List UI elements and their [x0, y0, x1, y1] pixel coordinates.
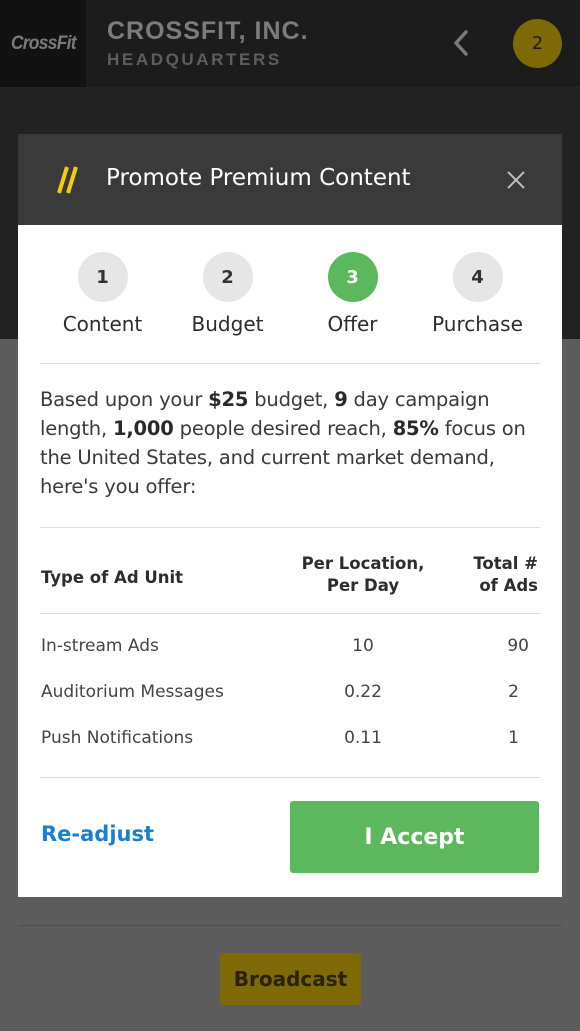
reach-value: 1,000 [112, 417, 174, 440]
chevron-left-icon[interactable] [446, 26, 478, 60]
summary-text: Based upon your [40, 388, 209, 411]
divider [40, 613, 540, 614]
ad-type-cell: In-stream Ads [41, 636, 159, 656]
step-number: 3 [327, 252, 378, 302]
step-purchase[interactable]: 4 Purchase [415, 252, 540, 336]
step-label: Offer [327, 312, 378, 336]
app-header: CrossFit CROSSFIT, INC. HEADQUARTERS 2 [0, 0, 580, 87]
org-subtitle: HEADQUARTERS [107, 50, 282, 69]
accept-button[interactable]: I Accept [290, 801, 539, 873]
column-header-type: Type of Ad Unit [41, 568, 184, 587]
step-label: Budget [191, 312, 264, 336]
divider [40, 363, 540, 364]
column-header-total: Total # of Ads [428, 553, 538, 597]
step-label: Purchase [432, 312, 523, 336]
double-slash-icon [57, 166, 78, 194]
ad-type-cell: Auditorium Messages [41, 682, 224, 702]
logo-text: CrossFit [10, 32, 76, 54]
broadcast-button[interactable]: Broadcast [220, 953, 361, 1005]
header-line: Total # [473, 554, 538, 573]
days-value: 9 [334, 388, 348, 411]
notification-badge[interactable]: 2 [513, 19, 562, 68]
ad-type-cell: Push Notifications [41, 728, 194, 748]
org-title: CROSSFIT, INC. [107, 17, 309, 45]
total-cell: 2 [508, 682, 519, 702]
total-cell: 1 [508, 728, 519, 748]
header-line: of Ads [479, 576, 538, 595]
step-label: Content [62, 312, 143, 336]
close-icon[interactable] [504, 168, 528, 192]
offer-summary: Based upon your $25 budget, 9 day campai… [40, 385, 540, 501]
header-line: Per Day [326, 576, 400, 595]
step-content[interactable]: 1 Content [40, 252, 165, 336]
step-number: 2 [202, 252, 253, 302]
divider [40, 777, 540, 778]
divider [40, 527, 540, 528]
step-offer[interactable]: 3 Offer [290, 252, 415, 336]
summary-text: people desired reach, [173, 417, 393, 440]
promote-modal: Promote Premium Content 1 Content 2 Budg… [18, 134, 562, 897]
step-number: 1 [77, 252, 128, 302]
focus-value: 85% [392, 417, 439, 440]
app-divider [18, 925, 562, 926]
readjust-link[interactable]: Re-adjust [41, 822, 154, 846]
step-number: 4 [452, 252, 503, 302]
budget-value: $25 [208, 388, 249, 411]
total-cell: 90 [507, 636, 529, 656]
column-header-per-day: Per Location, Per Day [273, 553, 453, 597]
step-indicator: 1 Content 2 Budget 3 Offer 4 Purchase [40, 252, 540, 342]
step-budget[interactable]: 2 Budget [165, 252, 290, 336]
modal-header: Promote Premium Content [18, 134, 562, 225]
crossfit-logo: CrossFit [0, 0, 86, 87]
summary-text: budget, [248, 388, 335, 411]
header-line: Per Location, [301, 554, 425, 573]
modal-title: Promote Premium Content [106, 165, 411, 191]
